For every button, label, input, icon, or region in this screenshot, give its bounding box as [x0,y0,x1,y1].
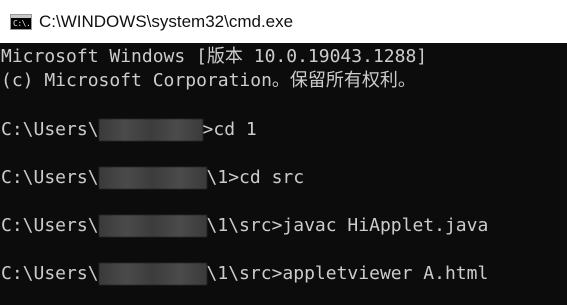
prompt-prefix: C:\Users\ [1,215,99,236]
redacted-username [98,119,203,141]
command-line: C:\Users\ \1\src>javac HiApplet.java [1,214,488,238]
window-title: C:\WINDOWS\system32\cmd.exe [39,11,294,31]
prompt-prefix: C:\Users\ [1,119,99,140]
cmd-icon-label: C:\. [13,18,31,28]
prompt-command: \1\src>appletviewer A.html [206,263,489,284]
command-line: C:\Users\ \1>cd src [1,166,304,190]
prompt-command: >cd 1 [202,119,257,140]
cmd-window: C:\. C:\WINDOWS\system32\cmd.exe Microso… [0,0,567,305]
command-line: C:\Users\ >cd 1 [1,118,257,142]
prompt-command: \1>cd src [206,167,305,188]
redacted-username [98,263,207,285]
prompt-prefix: C:\Users\ [1,263,99,284]
command-line: C:\Users\ \1\src>appletviewer A.html [1,262,488,286]
header-version-line: Microsoft Windows [版本 10.0.19043.1288] [1,46,428,67]
title-bar[interactable]: C:\. C:\WINDOWS\system32\cmd.exe [0,0,567,43]
console-output[interactable]: Microsoft Windows [版本 10.0.19043.1288] (… [0,43,567,305]
prompt-prefix: C:\Users\ [1,167,99,188]
prompt-command: \1\src>javac HiApplet.java [206,215,489,236]
redacted-username [98,215,207,237]
cmd-icon: C:\. [10,13,32,30]
header-copyright-line: (c) Microsoft Corporation。保留所有权利。 [1,70,416,91]
redacted-username [98,167,207,189]
